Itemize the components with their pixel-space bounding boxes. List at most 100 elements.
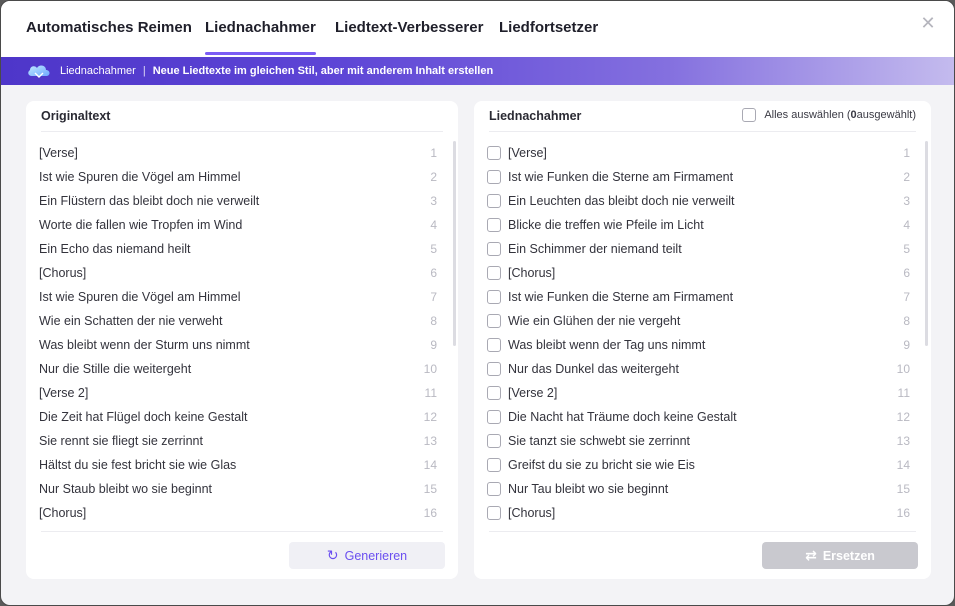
line-text: Hältst du sie fest bricht sie wie Glas bbox=[39, 458, 237, 472]
list-item[interactable]: Ist wie Funken die Sterne am Firmament 2 bbox=[474, 165, 931, 189]
selected-suffix: ausgewählt) bbox=[856, 109, 916, 121]
panel-title: Liednachahmer bbox=[489, 109, 582, 123]
list-item: Nur die Stille die weitergeht 10 bbox=[26, 357, 458, 381]
list-item[interactable]: [Verse] 1 bbox=[474, 141, 931, 165]
line-text: Ein Flüstern das bleibt doch nie verweil… bbox=[39, 194, 260, 208]
line-number: 11 bbox=[897, 386, 910, 400]
tab-automatisches-reimen[interactable]: Automatisches Reimen bbox=[26, 19, 192, 55]
banner-feature-name: Liednachahmer bbox=[60, 65, 136, 77]
line-number: 10 bbox=[423, 362, 437, 376]
line-checkbox[interactable] bbox=[487, 410, 501, 424]
select-all-checkbox[interactable] bbox=[742, 108, 757, 122]
list-item: [Chorus] 16 bbox=[26, 501, 458, 525]
line-text: [Chorus] bbox=[39, 506, 87, 520]
line-number: 4 bbox=[903, 218, 910, 232]
line-number: 10 bbox=[896, 362, 910, 376]
line-text: Nur Staub bleibt wo sie beginnt bbox=[39, 482, 213, 496]
line-number: 3 bbox=[903, 194, 910, 208]
line-checkbox[interactable] bbox=[487, 506, 501, 520]
list-item: Ist wie Spuren die Vögel am Himmel 2 bbox=[26, 165, 458, 189]
line-number: 13 bbox=[423, 434, 437, 448]
list-item[interactable]: Ein Leuchten das bleibt doch nie verweil… bbox=[474, 189, 931, 213]
replace-button-label: Ersetzen bbox=[822, 548, 875, 563]
line-checkbox[interactable] bbox=[487, 338, 501, 352]
scrollbar[interactable] bbox=[925, 141, 928, 346]
list-item[interactable]: [Chorus] 6 bbox=[474, 261, 931, 285]
line-checkbox[interactable] bbox=[487, 218, 501, 232]
list-item: Ein Echo das niemand heilt 5 bbox=[26, 237, 458, 261]
line-text: [Verse] bbox=[508, 146, 547, 160]
line-text: Was bleibt wenn der Tag uns nimmt bbox=[508, 338, 706, 352]
list-item[interactable]: Nur Tau bleibt wo sie beginnt 15 bbox=[474, 477, 931, 501]
close-icon[interactable]: ✕ bbox=[918, 13, 938, 33]
list-item[interactable]: Blicke die treffen wie Pfeile im Licht 4 bbox=[474, 213, 931, 237]
list-item: Sie rennt sie fliegt sie zerrinnt 13 bbox=[26, 429, 458, 453]
line-number: 3 bbox=[430, 194, 437, 208]
line-number: 16 bbox=[896, 506, 910, 520]
scrollbar[interactable] bbox=[453, 141, 456, 346]
line-checkbox[interactable] bbox=[487, 458, 501, 472]
list-item[interactable]: [Verse 2] 11 bbox=[474, 381, 931, 405]
list-item[interactable]: Die Nacht hat Träume doch keine Gestalt 1… bbox=[474, 405, 931, 429]
list-item: [Verse] 1 bbox=[26, 141, 458, 165]
list-item[interactable]: Sie tanzt sie schwebt sie zerrinnt 13 bbox=[474, 429, 931, 453]
imitation-lines-list[interactable]: [Verse] 1 Ist wie Funken die Sterne am Fi… bbox=[474, 141, 931, 533]
line-number: 16 bbox=[423, 506, 437, 520]
swap-icon: ⇄ bbox=[805, 547, 817, 563]
line-text: Sie rennt sie fliegt sie zerrinnt bbox=[39, 434, 203, 448]
select-all[interactable]: Alles auswählen (0 ausgewählt) bbox=[742, 108, 916, 122]
line-checkbox[interactable] bbox=[487, 314, 501, 328]
tab-liedfortsetzer[interactable]: Liedfortsetzer bbox=[499, 19, 598, 55]
generate-button-label: Generieren bbox=[344, 548, 408, 563]
line-checkbox[interactable] bbox=[487, 362, 501, 376]
generate-button[interactable]: ↻ Generieren bbox=[289, 542, 445, 569]
list-item[interactable]: Greifst du sie zu bricht sie wie Eis 14 bbox=[474, 453, 931, 477]
line-checkbox[interactable] bbox=[487, 482, 501, 496]
line-text: Ein Schimmer der niemand teilt bbox=[508, 242, 682, 256]
list-item: Worte die fallen wie Tropfen im Wind 4 bbox=[26, 213, 458, 237]
line-number: 12 bbox=[896, 410, 910, 424]
line-number: 14 bbox=[423, 458, 437, 472]
line-checkbox[interactable] bbox=[487, 434, 501, 448]
dialog: Automatisches Reimen Liednachahmer Liedt… bbox=[0, 0, 955, 606]
tab-liedtext-verbesserer[interactable]: Liedtext-Verbesserer bbox=[335, 19, 483, 55]
line-number: 8 bbox=[903, 314, 910, 328]
replace-button[interactable]: ⇄ Ersetzen bbox=[762, 542, 918, 569]
line-checkbox[interactable] bbox=[487, 266, 501, 280]
line-text: [Verse 2] bbox=[39, 386, 89, 400]
line-text: Sie tanzt sie schwebt sie zerrinnt bbox=[508, 434, 691, 448]
line-number: 8 bbox=[430, 314, 437, 328]
line-text: Nur die Stille die weitergeht bbox=[39, 362, 192, 376]
line-text: Wie ein Schatten der nie verweht bbox=[39, 314, 223, 328]
divider bbox=[41, 531, 443, 532]
line-checkbox[interactable] bbox=[487, 194, 501, 208]
line-text: Ist wie Funken die Sterne am Firmament bbox=[508, 170, 734, 184]
list-item: Ist wie Spuren die Vögel am Himmel 7 bbox=[26, 285, 458, 309]
line-number: 6 bbox=[430, 266, 437, 280]
line-number: 12 bbox=[423, 410, 437, 424]
select-all-label: Alles auswählen ( bbox=[764, 109, 851, 121]
list-item[interactable]: Ist wie Funken die Sterne am Firmament 7 bbox=[474, 285, 931, 309]
original-lines-list[interactable]: [Verse] 1 Ist wie Spuren die Vögel am Him… bbox=[26, 141, 458, 533]
line-text: Ein Leuchten das bleibt doch nie verweil… bbox=[508, 194, 735, 208]
list-item[interactable]: Was bleibt wenn der Tag uns nimmt 9 bbox=[474, 333, 931, 357]
line-text: Die Nacht hat Träume doch keine Gestalt bbox=[508, 410, 737, 424]
line-text: Ist wie Spuren die Vögel am Himmel bbox=[39, 290, 241, 304]
cloud-logo-icon bbox=[28, 65, 50, 78]
line-checkbox[interactable] bbox=[487, 386, 501, 400]
list-item[interactable]: [Chorus] 16 bbox=[474, 501, 931, 525]
tab-liednachahmer[interactable]: Liednachahmer bbox=[205, 19, 316, 55]
line-checkbox[interactable] bbox=[487, 170, 501, 184]
banner-separator: | bbox=[142, 65, 146, 77]
line-checkbox[interactable] bbox=[487, 146, 501, 160]
divider bbox=[489, 531, 916, 532]
line-number: 7 bbox=[430, 290, 437, 304]
list-item[interactable]: Ein Schimmer der niemand teilt 5 bbox=[474, 237, 931, 261]
tab-bar: Automatisches Reimen Liednachahmer Liedt… bbox=[1, 1, 954, 57]
list-item[interactable]: Nur das Dunkel das weitergeht 10 bbox=[474, 357, 931, 381]
list-item[interactable]: Wie ein Glühen der nie vergeht 8 bbox=[474, 309, 931, 333]
line-number: 11 bbox=[424, 386, 437, 400]
line-number: 7 bbox=[903, 290, 910, 304]
line-checkbox[interactable] bbox=[487, 290, 501, 304]
line-checkbox[interactable] bbox=[487, 242, 501, 256]
